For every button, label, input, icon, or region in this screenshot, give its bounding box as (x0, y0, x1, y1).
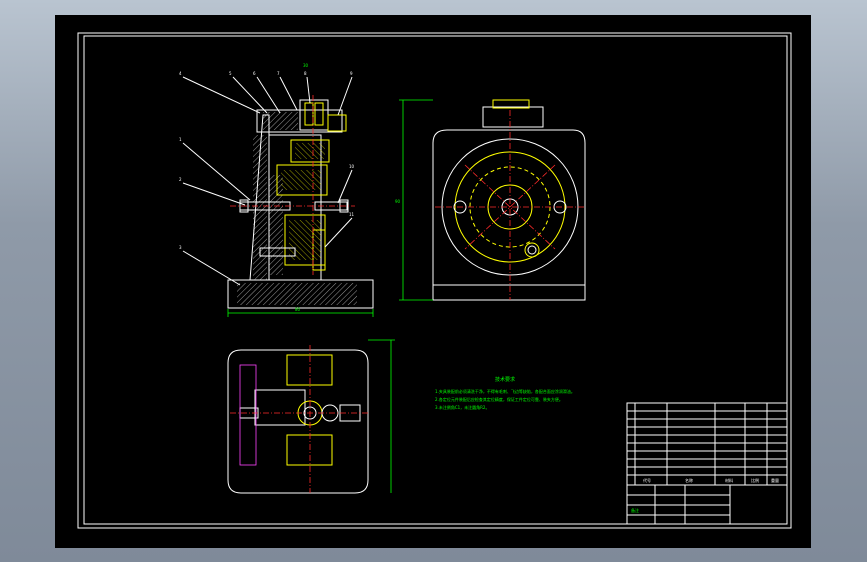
title-name-label: 名称 (685, 477, 693, 483)
title-material-label: 材料 (725, 477, 733, 483)
side-view: 90 (395, 99, 586, 301)
dimension-width-label: 80 (295, 307, 301, 312)
tech-requirements-title: 技术要求 (495, 376, 515, 383)
part-label-4: 4 (179, 71, 182, 76)
drawing-canvas: 4 5 6 7 8 9 1 2 3 10 11 80 30 90 技术要求 1.… (77, 32, 792, 529)
cad-drawing-viewport[interactable]: 4 5 6 7 8 9 1 2 3 10 11 80 30 90 技术要求 1.… (55, 15, 811, 548)
dimension-height-label: 90 (395, 199, 401, 204)
part-label-10: 10 (349, 164, 355, 169)
part-label-8: 8 (304, 71, 307, 76)
part-label-7: 7 (277, 71, 280, 76)
front-section-view: 4 5 6 7 8 9 1 2 3 10 11 80 30 (179, 63, 374, 317)
part-label-1: 1 (179, 137, 182, 142)
tech-requirement-line-1: 1.夹具装配前必须清洗干净，不得有毛刺、飞边等缺陷，各配合面应涂润滑油。 (435, 388, 575, 394)
technical-requirements: 技术要求 1.夹具装配前必须清洗干净，不得有毛刺、飞边等缺陷，各配合面应涂润滑油… (435, 376, 575, 410)
tech-requirement-line-3: 3.未注倒角C1，未注圆角R2。 (435, 404, 489, 410)
title-weight-label: 重量 (771, 477, 779, 483)
part-label-5: 5 (229, 71, 232, 76)
part-label-6: 6 (253, 71, 256, 76)
title-block: 代号 名称 材料 比例 重量 备注 (626, 402, 788, 525)
dimension-top-label: 30 (303, 63, 309, 68)
part-label-3: 3 (179, 245, 182, 250)
outer-frame (77, 32, 792, 529)
title-code-label: 代号 (643, 477, 651, 483)
part-label-2: 2 (179, 177, 182, 182)
tech-requirement-line-2: 2.各定位元件装配后应检查其定位精度，保证工件定位可靠、装夹方便。 (435, 396, 563, 402)
part-label-9: 9 (350, 71, 353, 76)
title-remark-label: 备注 (631, 507, 639, 513)
top-view (227, 339, 395, 494)
title-scale-label: 比例 (751, 477, 759, 483)
part-label-11: 11 (349, 212, 355, 217)
